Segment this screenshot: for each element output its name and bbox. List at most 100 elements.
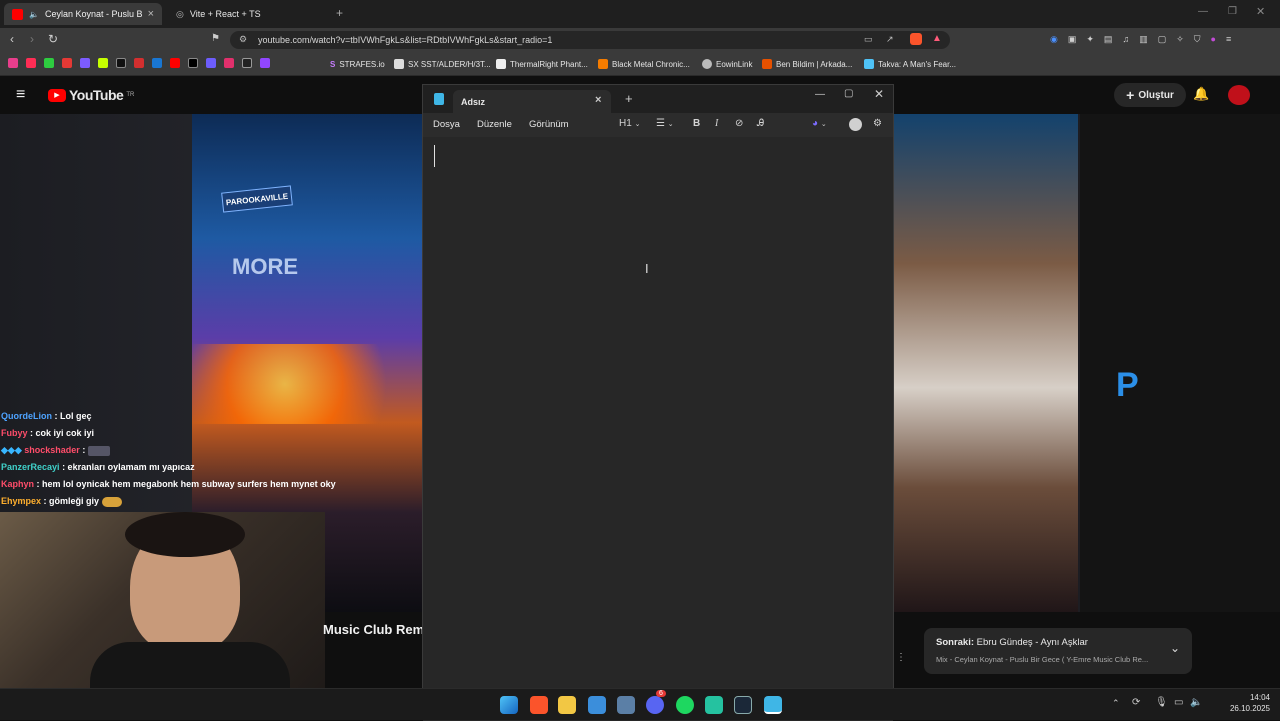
tiktok-icon[interactable] <box>116 58 126 68</box>
maximize-icon[interactable]: ▢ <box>844 88 853 99</box>
bookmark-icon[interactable] <box>26 58 36 68</box>
notifications-bell-icon[interactable]: 🔔 <box>1193 86 1209 102</box>
twitch-icon[interactable] <box>260 58 270 68</box>
notepad-taskbar-icon[interactable] <box>764 696 782 714</box>
bookmark-icon[interactable]: ⚑ <box>211 33 220 44</box>
network-icon[interactable]: ▭ <box>1174 697 1183 708</box>
menu-view[interactable]: Görünüm <box>529 119 569 130</box>
bookmark-sx[interactable]: SX SST/ALDER/H/3T... <box>394 56 491 72</box>
new-tab-button[interactable]: + <box>336 6 343 20</box>
menu-icon[interactable]: ≡ <box>1226 34 1231 46</box>
plus-icon: + <box>1126 87 1135 103</box>
clear-format-icon[interactable]: Ꭿ <box>757 118 764 129</box>
bookmark-eowinlink[interactable]: EowinLink <box>702 56 752 72</box>
close-tab-icon[interactable]: × <box>595 94 601 106</box>
copilot-icon[interactable]: ◕ ⌄ <box>812 118 827 129</box>
notepad-window: Adsız × + — ▢ ✕ Dosya Düzenle Görünüm H1… <box>422 84 894 721</box>
minimize-icon[interactable]: — <box>1198 6 1208 17</box>
shield-icon[interactable]: ⛉ <box>1194 34 1201 46</box>
chevron-up-icon[interactable]: ⌃ <box>1112 698 1120 709</box>
bookmark-ben-bildim[interactable]: Ben Bildim | Arkada... <box>762 56 852 72</box>
reload-icon[interactable]: ↻ <box>48 32 58 46</box>
bookmark-icon[interactable] <box>206 58 216 68</box>
chevron-down-icon[interactable]: ⌄ <box>1170 641 1180 655</box>
up-next-card[interactable]: Sonraki: Ebru Gündeş - Aynı Aşklar Mix -… <box>924 628 1192 674</box>
close-window-icon[interactable]: ✕ <box>874 87 884 101</box>
bookmark-icon[interactable] <box>8 58 18 68</box>
up-next-heading: Sonraki: Ebru Gündeş - Aynı Aşklar <box>936 637 1088 648</box>
x-icon[interactable] <box>188 58 198 68</box>
microphone-icon[interactable]: 🎙 <box>1155 697 1168 708</box>
address-bar[interactable]: ⚙ youtube.com/watch?v=tbIVWhFgkLs&list=R… <box>230 31 950 49</box>
heading-select[interactable]: H1 ⌄ <box>619 118 640 129</box>
app-icon[interactable] <box>617 696 635 714</box>
italic-icon[interactable]: I <box>715 118 718 129</box>
spotify-icon[interactable] <box>676 696 694 714</box>
menu-file[interactable]: Dosya <box>433 119 460 130</box>
list-format-icon[interactable]: ☰ ⌄ <box>656 118 674 129</box>
vpn-icon[interactable]: ● <box>1211 34 1216 46</box>
system-clock[interactable]: 14:04 26.10.2025 <box>1210 692 1270 714</box>
bookmark-thermalright[interactable]: ThermalRight Phant... <box>496 56 588 72</box>
share-icon[interactable]: ↗ <box>886 34 894 45</box>
notepad-tab[interactable]: Adsız × <box>453 90 611 113</box>
extension-icon[interactable]: ▤ <box>1104 34 1113 46</box>
app-icon[interactable] <box>705 696 723 714</box>
sidebar-icon[interactable]: ▥ <box>1139 34 1148 46</box>
cast-icon[interactable]: ▭ <box>864 34 873 45</box>
steam-icon[interactable] <box>734 696 752 714</box>
maximize-icon[interactable]: ❐ <box>1228 6 1237 17</box>
create-button[interactable]: + Oluştur <box>1114 83 1186 107</box>
file-explorer-icon[interactable] <box>558 696 576 714</box>
bookmark-icon[interactable] <box>152 58 162 68</box>
notepad-text-area[interactable]: I <box>423 137 893 721</box>
extension-icon[interactable]: ◉ <box>1050 34 1058 46</box>
close-tab-icon[interactable]: × <box>148 8 154 20</box>
avatar[interactable] <box>1228 85 1250 105</box>
bookmark-icon[interactable] <box>242 58 252 68</box>
bold-icon[interactable]: B <box>693 118 700 129</box>
settings-gear-icon[interactable]: ⚙ <box>873 118 882 129</box>
brave-shield-icon[interactable] <box>910 33 922 45</box>
bookmark-takva[interactable]: Takva: A Man's Fear... <box>864 56 956 72</box>
account-avatar[interactable] <box>849 118 862 131</box>
brave-rewards-icon[interactable]: ▲ <box>932 33 942 44</box>
start-menu-icon[interactable] <box>500 696 518 714</box>
youtube-logo[interactable]: ▶ YouTube TR <box>48 87 134 103</box>
link-icon[interactable]: ⊘ <box>735 118 743 129</box>
instagram-icon[interactable] <box>224 58 234 68</box>
tab-youtube[interactable]: 🔈 Ceylan Koynat - Puslu Bir Ge... × <box>4 3 162 25</box>
bookmark-icon[interactable] <box>44 58 54 68</box>
stage-screen-text: MORE <box>232 254 298 279</box>
bookmark-icon[interactable] <box>62 58 72 68</box>
brave-browser-icon[interactable] <box>530 696 548 714</box>
back-icon[interactable]: ‹ <box>10 32 14 46</box>
wallet-icon[interactable]: ▢ <box>1158 34 1167 46</box>
photos-icon[interactable] <box>588 696 606 714</box>
sync-icon[interactable]: ⟳ <box>1132 697 1140 708</box>
tab-vite[interactable]: ◎ Vite + React + TS <box>168 3 328 25</box>
music-icon[interactable]: ♫ <box>1122 34 1129 46</box>
new-tab-button[interactable]: + <box>625 91 633 106</box>
video-title[interactable]: Music Club Remi <box>323 622 428 637</box>
site-info-icon[interactable]: ⚙ <box>239 34 247 45</box>
bookmark-icon[interactable] <box>98 58 108 68</box>
youtube-icon[interactable] <box>170 58 180 68</box>
puzzle-icon[interactable]: ✦ <box>1086 34 1094 46</box>
streamer-hair <box>125 512 245 557</box>
bookmark-icon[interactable] <box>134 58 144 68</box>
leo-icon[interactable]: ✧ <box>1176 34 1184 46</box>
volume-icon[interactable]: 🔈 <box>1190 697 1202 708</box>
bookmark-black-metal[interactable]: Black Metal Chronic... <box>598 56 690 72</box>
minimize-icon[interactable]: — <box>815 89 825 100</box>
bookmark-strafes[interactable]: S STRAFES.io <box>330 56 385 72</box>
hamburger-menu-icon[interactable]: ≡ <box>16 86 25 104</box>
forward-icon[interactable]: › <box>30 32 34 46</box>
up-next-subtitle: Mix - Ceylan Koynat - Puslu Bir Gece ( Y… <box>936 655 1149 664</box>
close-window-icon[interactable]: ✕ <box>1256 5 1265 18</box>
extension-icon[interactable]: ▣ <box>1068 34 1077 46</box>
more-options-icon[interactable]: ⋮ <box>896 652 906 663</box>
bookmark-icon[interactable] <box>80 58 90 68</box>
menu-edit[interactable]: Düzenle <box>477 119 512 130</box>
discord-icon[interactable]: 6 <box>646 690 666 714</box>
